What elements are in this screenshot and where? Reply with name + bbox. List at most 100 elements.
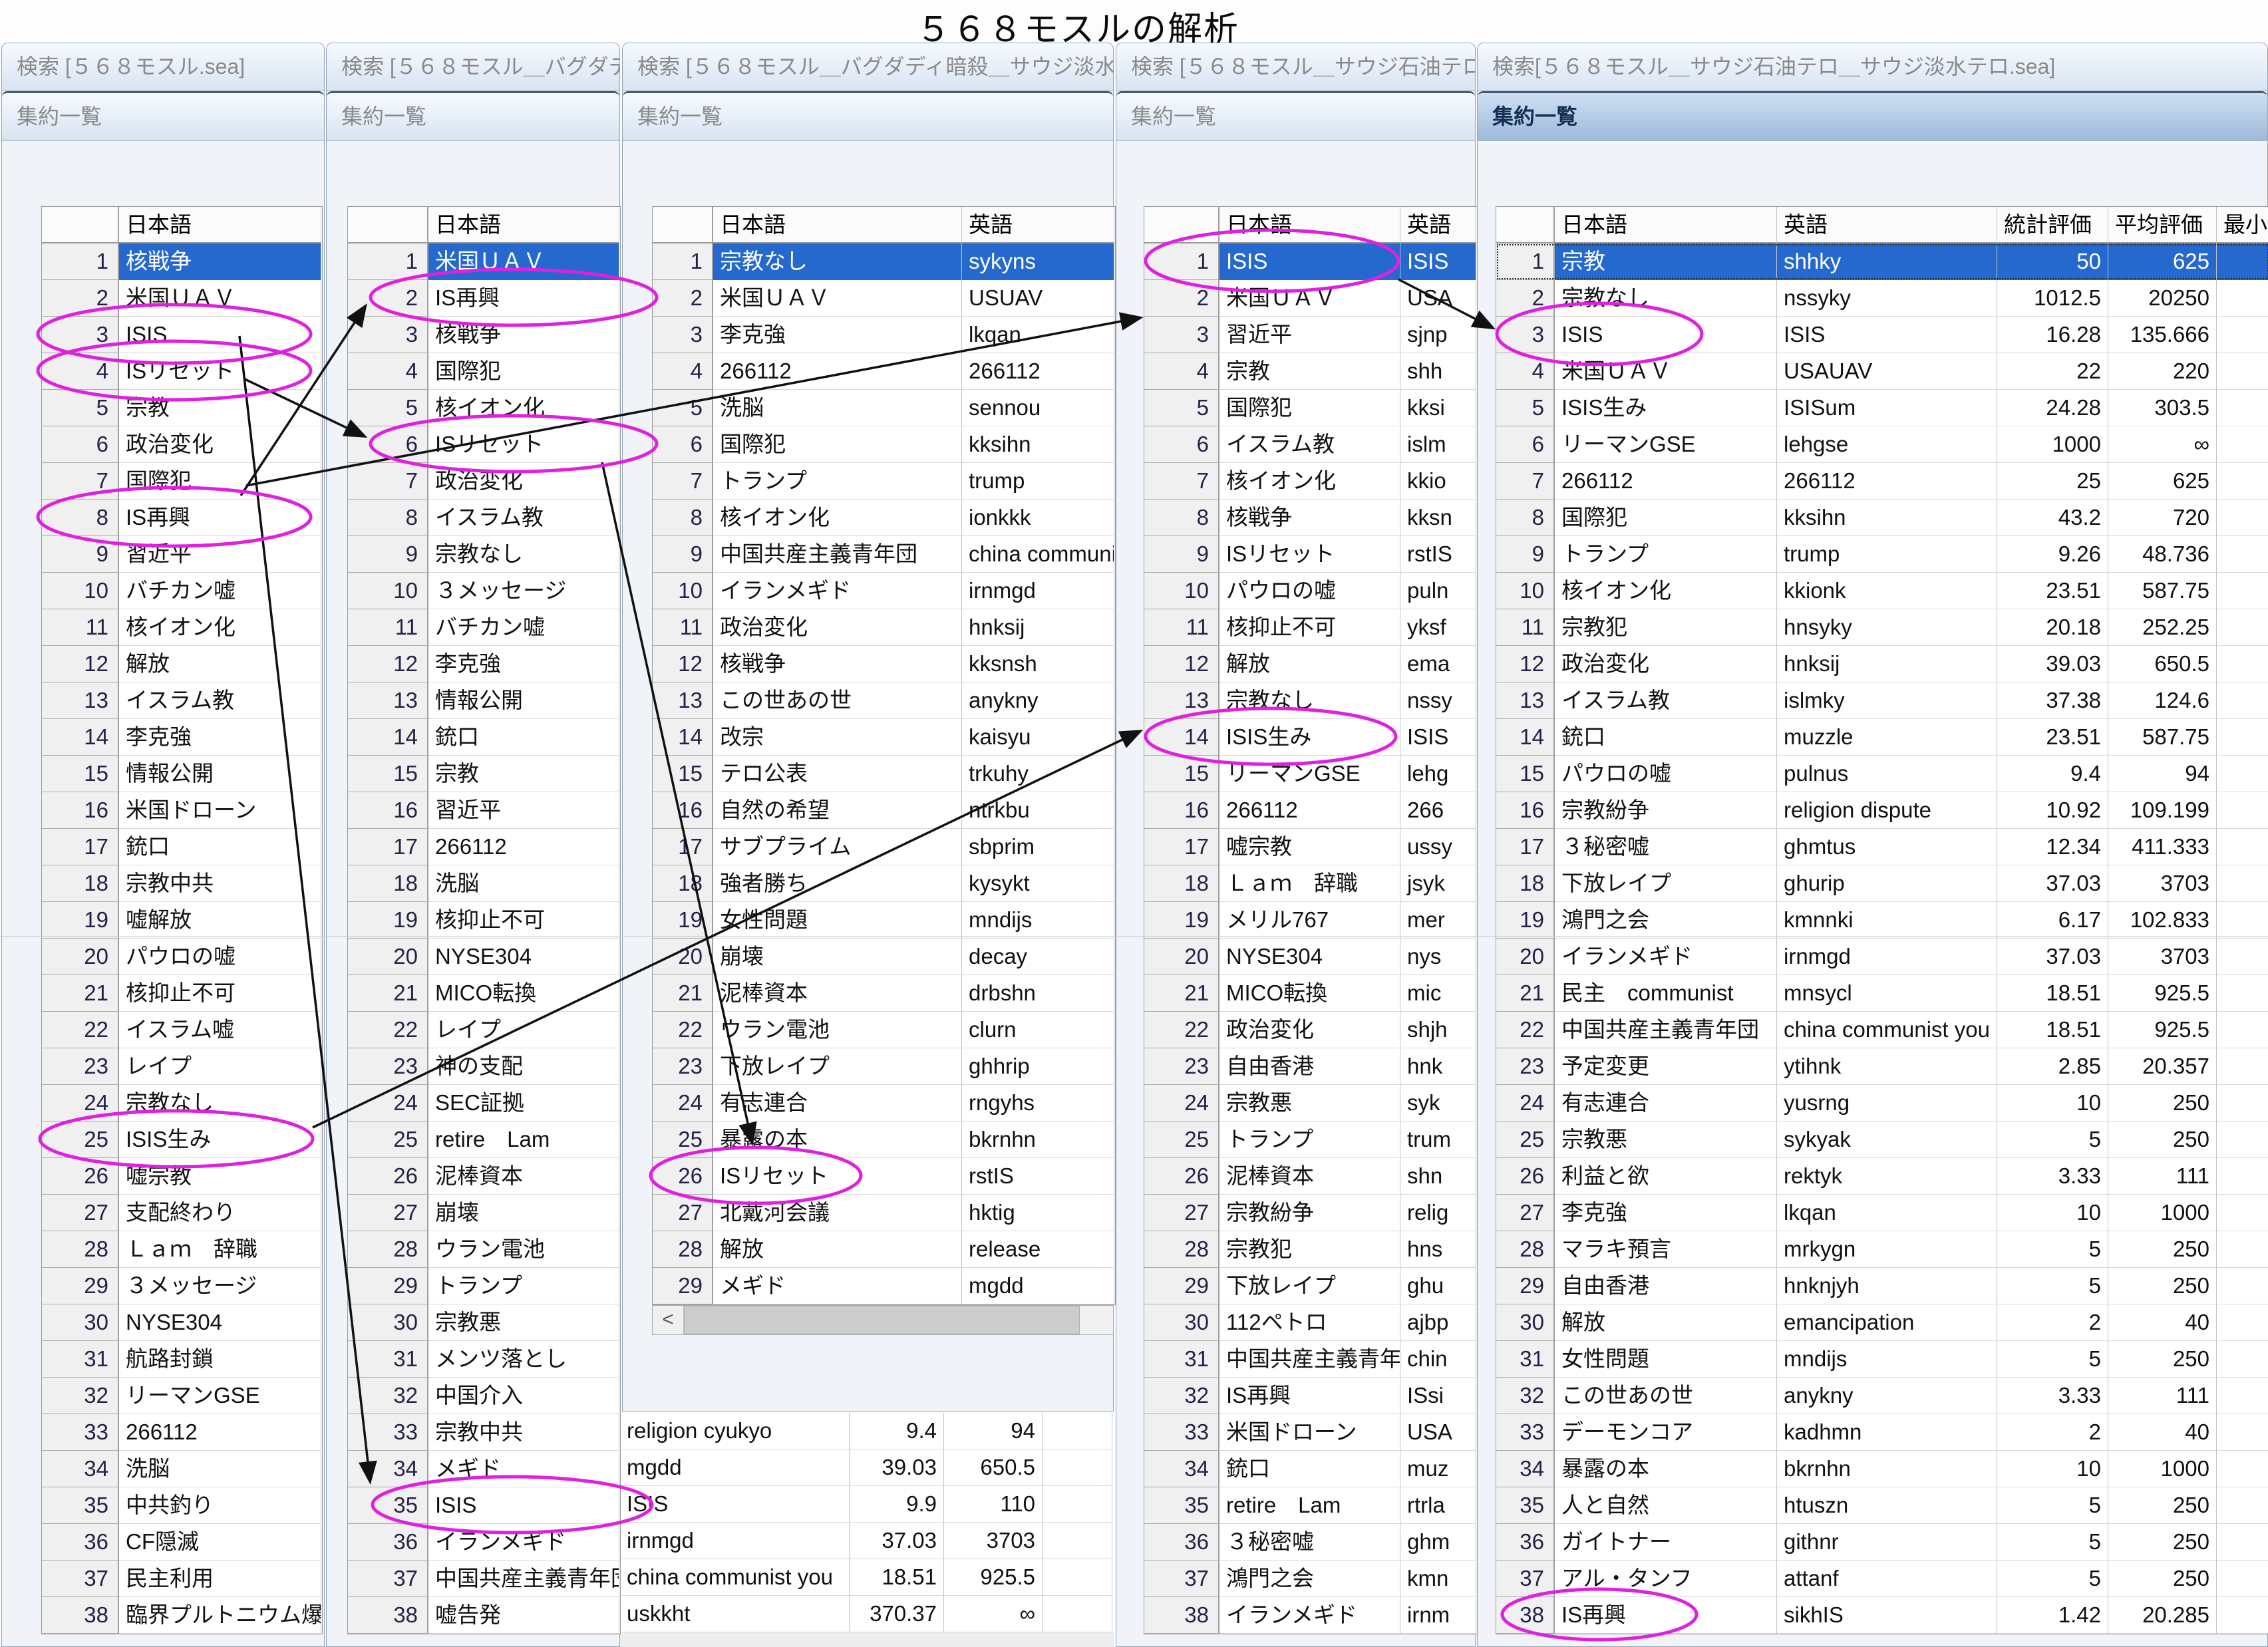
data-cell[interactable]: CF隠滅 [119,1524,321,1561]
column-header[interactable]: 日本語 [1219,207,1400,243]
data-cell[interactable]: 5 [1997,1341,2108,1378]
table-row[interactable]: 19嘘解放 [42,902,322,939]
data-cell[interactable]: イランメギド [1219,1597,1400,1634]
table-row[interactable]: 16自然の希望ntrkbu [653,792,1115,829]
data-cell[interactable]: 925.5 [2108,975,2217,1012]
table-row[interactable]: 14改宗kaisyu [653,719,1115,756]
table-row[interactable]: 17サブプライムsbprim [653,829,1115,865]
data-cell[interactable]: 5 [1997,1122,2108,1158]
data-cell[interactable]: 下放レイプ [1555,865,1777,902]
table-row[interactable]: 9トランプtrump9.2648.736 [1496,536,2268,573]
data-cell[interactable]: 22 [1997,353,2108,390]
data-cell[interactable]: kksihn [1777,500,1997,536]
data-cell[interactable]: 嘘告発 [428,1597,619,1634]
table-row[interactable]: 8核戦争kksn [1144,500,1477,536]
data-cell[interactable]: irnm [1400,1597,1476,1634]
data-cell[interactable]: 3.33 [1997,1378,2108,1414]
data-cell[interactable] [2217,1304,2268,1341]
data-cell[interactable]: 宗教紛争 [1219,1195,1400,1231]
table-row[interactable]: 12李克強 [348,646,620,682]
data-cell[interactable]: 李克強 [713,317,962,353]
data-cell[interactable]: 220 [2108,353,2217,390]
data-cell[interactable]: 37.03 [1997,939,2108,975]
data-cell[interactable]: IS再興 [1555,1597,1777,1634]
data-cell[interactable] [2217,463,2268,500]
data-cell[interactable]: デーモンコア [1555,1414,1777,1451]
table-row[interactable]: 37鴻門之会kmn [1144,1561,1477,1597]
data-cell[interactable]: 宗教悪 [1555,1122,1777,1158]
table-row[interactable]: 12解放ema [1144,646,1477,682]
table-row[interactable]: 726611226611225625 [1496,463,2268,500]
table-row[interactable]: 37民主利用 [42,1561,322,1597]
data-cell[interactable]: hnsyky [1777,609,1997,646]
table-row[interactable]: 22イスラム嘘 [42,1012,322,1048]
data-cell[interactable] [2217,1414,2268,1451]
table-row[interactable]: 34メギド [348,1451,620,1487]
table-row[interactable]: 8核イオン化ionkkk [653,500,1115,536]
data-cell[interactable]: 252.25 [2108,609,2217,646]
data-cell[interactable]: USA [1400,1414,1476,1451]
table-row[interactable]: 23神の支配 [348,1048,620,1085]
data-cell[interactable]: イランメギド [428,1524,619,1561]
data-cell[interactable]: 1.42 [1997,1597,2108,1634]
scrollbar-thumb[interactable] [684,1306,1080,1334]
data-cell[interactable]: 航路封鎖 [119,1341,321,1378]
data-cell[interactable]: kaisyu [962,719,1114,756]
table-row[interactable]: 15パウロの嘘pulnus9.494 [1496,756,2268,792]
data-cell[interactable]: ytihnk [1777,1048,1997,1085]
table-row[interactable]: 20NYSE304nys [1144,939,1477,975]
data-cell[interactable]: anykny [962,682,1114,719]
data-cell[interactable]: ISIS [1777,317,1997,353]
table-row[interactable]: 28ウラン電池 [348,1231,620,1268]
table-row[interactable]: 29トランプ [348,1268,620,1304]
table-row[interactable]: 17３秘密嘘ghmtus12.34411.333 [1496,829,2268,865]
data-cell[interactable]: 266 [1400,792,1476,829]
data-cell[interactable]: 核イオン化 [119,609,321,646]
data-cell[interactable]: 20.357 [2108,1048,2217,1085]
table-row[interactable]: 29自由香港hnknjyh5250 [1496,1268,2268,1304]
table-row[interactable]: 10イランメギドirnmgd [653,573,1115,609]
data-cell[interactable]: ISIS [1400,719,1476,756]
data-cell[interactable]: 250 [2108,1231,2217,1268]
data-cell[interactable]: mrkygn [1777,1231,1997,1268]
table-row[interactable]: 20イランメギドirnmgd37.033703 [1496,939,2268,975]
table-row[interactable]: china communist you18.51925.5 [620,1559,1114,1596]
data-cell[interactable]: 3703 [2108,939,2217,975]
data-cell[interactable]: puln [1400,573,1476,609]
table-row[interactable]: 12解放 [42,646,322,682]
data-cell[interactable]: 核抑止不可 [1219,609,1400,646]
table-row[interactable]: 36ガイトナーgithnr5250 [1496,1524,2268,1561]
data-cell[interactable] [2217,426,2268,463]
data-cell[interactable]: 米国ドローン [119,792,321,829]
data-cell[interactable]: 政治変化 [1555,646,1777,682]
table-row[interactable]: 21MICO転換mic [1144,975,1477,1012]
data-cell[interactable] [2217,646,2268,682]
data-cell[interactable]: 250 [2108,1524,2217,1561]
data-cell[interactable]: kkionk [1777,573,1997,609]
data-cell[interactable]: トランプ [1555,536,1777,573]
data-cell[interactable]: 111 [2108,1158,2217,1195]
table-row[interactable]: 8国際犯kksihn43.2720 [1496,500,2268,536]
table-row[interactable]: 26泥棒資本 [348,1158,620,1195]
data-cell[interactable]: NYSE304 [119,1304,321,1341]
data-cell[interactable]: SEC証拠 [428,1085,619,1122]
data-cell[interactable]: 自由香港 [1555,1268,1777,1304]
data-cell[interactable]: 40 [2108,1304,2217,1341]
data-cell[interactable]: 18.51 [850,1559,944,1596]
table-row[interactable]: 17嘘宗教ussy [1144,829,1477,865]
data-cell[interactable] [2217,1597,2268,1634]
data-cell[interactable]: drbshn [962,975,1114,1012]
table-row[interactable]: 5核イオン化 [348,390,620,426]
data-cell[interactable] [2217,390,2268,426]
table-row[interactable]: 24有志連合rngyhs [653,1085,1115,1122]
data-cell[interactable]: 303.5 [2108,390,2217,426]
data-cell[interactable]: ISリセット [713,1158,962,1195]
data-cell[interactable] [2217,1268,2268,1304]
data-cell[interactable]: 自由香港 [1219,1048,1400,1085]
data-cell[interactable]: chin [1400,1341,1476,1378]
table-row[interactable]: 32リーマンGSE [42,1378,322,1414]
data-cell[interactable]: トランプ [713,463,962,500]
data-cell[interactable]: ghm [1400,1524,1476,1561]
data-cell[interactable]: 鴻門之会 [1555,902,1777,939]
data-cell[interactable]: ∞ [2108,426,2217,463]
